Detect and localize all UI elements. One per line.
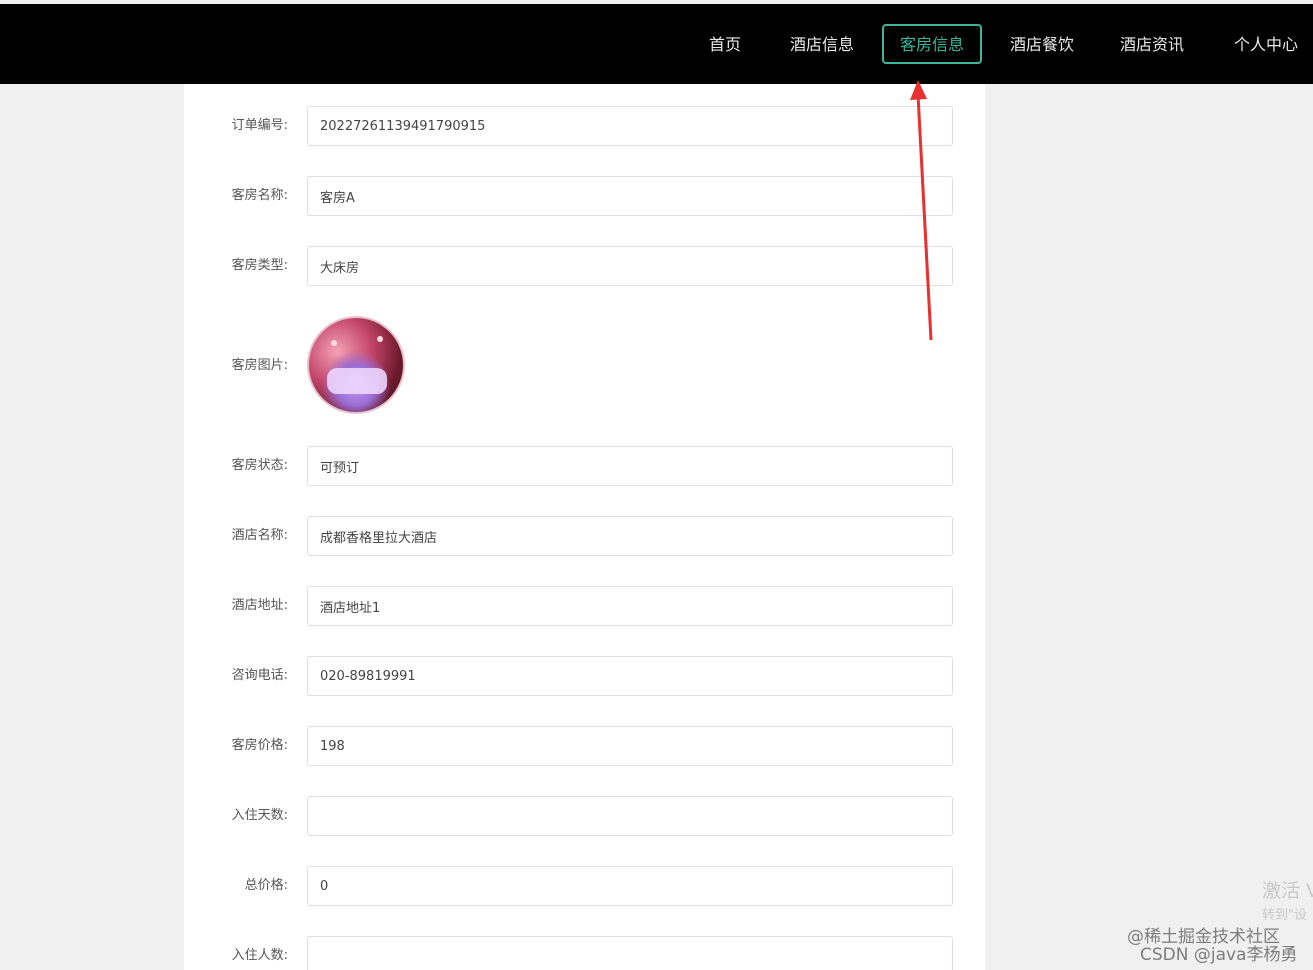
photo-light [377, 336, 383, 342]
room-name-input[interactable] [307, 176, 953, 216]
order-no-label: 订单编号: [231, 118, 288, 133]
top-navbar: 首页 酒店信息 客房信息 酒店餐饮 酒店资讯 个人中心 [0, 4, 1313, 84]
csdn-watermark: CSDN @java李杨勇 [1140, 945, 1298, 965]
guest-count-label: 入住人数: [231, 948, 288, 963]
photo-bed [327, 368, 387, 394]
order-no-input[interactable] [307, 106, 953, 146]
nav-item-user-center[interactable]: 个人中心 [1222, 24, 1310, 64]
room-price-label: 客房价格: [231, 738, 288, 753]
phone-label: 咨询电话: [231, 668, 288, 683]
stay-days-label: 入住天数: [231, 808, 288, 823]
hotel-address-label: 酒店地址: [231, 598, 288, 613]
order-form-panel: 订单编号: 客房名称: 客房类型: 客房图片: 客房状态: 酒店名称: 酒店地址… [184, 84, 985, 970]
hotel-name-input[interactable] [307, 516, 953, 556]
room-status-input[interactable] [307, 446, 953, 486]
hotel-name-label: 酒店名称: [231, 528, 288, 543]
windows-activation-hint: 转到"设 [1262, 908, 1307, 923]
total-price-label: 总价格: [244, 878, 288, 893]
form-row-room-image: 客房图片: [184, 316, 985, 416]
phone-input[interactable] [307, 656, 953, 696]
room-type-label: 客房类型: [231, 258, 288, 273]
nav-item-hotel-info[interactable]: 酒店信息 [778, 24, 866, 64]
total-price-input[interactable] [307, 866, 953, 906]
nav-item-home[interactable]: 首页 [690, 24, 760, 64]
room-price-input[interactable] [307, 726, 953, 766]
room-photo-thumbnail[interactable] [307, 316, 405, 414]
nav-item-hotel-news[interactable]: 酒店资讯 [1108, 24, 1196, 64]
room-name-label: 客房名称: [231, 188, 288, 203]
windows-activation-watermark: 激活 V [1262, 880, 1313, 902]
main-nav: 首页 酒店信息 客房信息 酒店餐饮 酒店资讯 个人中心 [0, 4, 1313, 84]
nav-item-room-info[interactable]: 客房信息 [882, 24, 982, 64]
room-status-label: 客房状态: [231, 458, 288, 473]
nav-item-hotel-dining[interactable]: 酒店餐饮 [998, 24, 1086, 64]
room-image-label: 客房图片: [231, 358, 288, 373]
hotel-address-input[interactable] [307, 586, 953, 626]
guest-count-input[interactable] [307, 936, 953, 970]
stay-days-input[interactable] [307, 796, 953, 836]
room-type-input[interactable] [307, 246, 953, 286]
photo-light [331, 340, 337, 346]
